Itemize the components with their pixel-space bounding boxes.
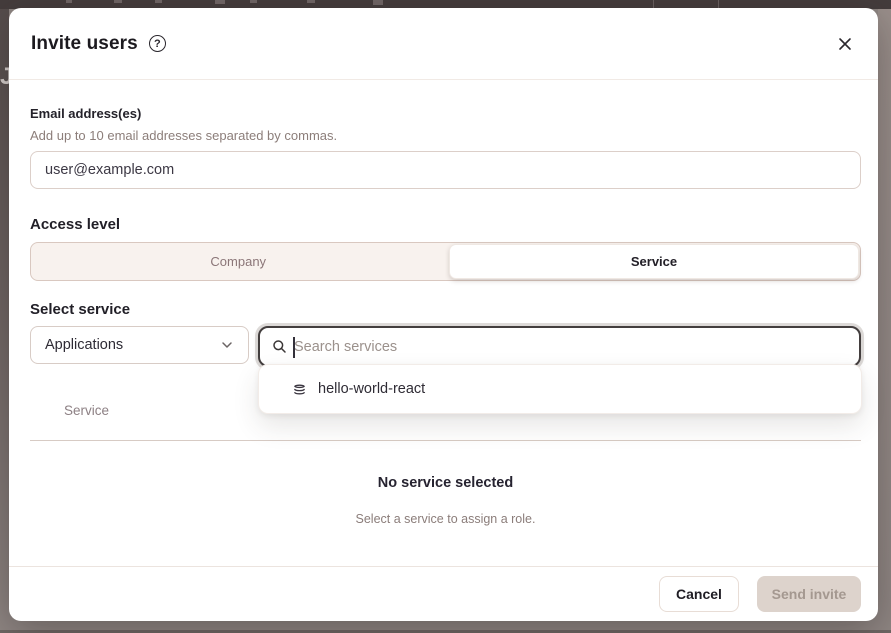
invite-users-dialog: Invite users ? Email address(es) Add up … [9, 8, 878, 621]
email-label: Email address(es) [30, 106, 861, 121]
send-invite-button[interactable]: Send invite [757, 576, 861, 612]
access-level-segmented-control: Company Service [30, 242, 861, 281]
chevron-down-icon [220, 338, 234, 352]
access-level-label: Access level [30, 216, 861, 233]
dimmed-page-right-edge [878, 9, 891, 621]
access-option-company[interactable]: Company [31, 243, 446, 280]
dialog-footer: Cancel Send invite [9, 566, 878, 621]
search-icon [272, 339, 287, 354]
underlying-text-remnant [66, 0, 72, 3]
dialog-title: Invite users [31, 33, 138, 55]
dialog-body: Email address(es) Add up to 10 email add… [9, 80, 878, 566]
stack-icon [292, 382, 307, 397]
service-picker-row: Applications [30, 326, 861, 367]
dimmed-page-left-edge [0, 9, 9, 621]
email-hint: Add up to 10 email addresses separated b… [30, 128, 861, 143]
search-services-input[interactable] [260, 328, 859, 365]
underlying-text-remnant [114, 0, 122, 3]
service-type-select[interactable]: Applications [30, 326, 249, 364]
underlying-text-remnant [307, 0, 315, 3]
dimmed-page-bottom-edge [0, 621, 891, 633]
empty-state-subtitle: Select a service to assign a role. [30, 512, 861, 526]
text-caret [293, 337, 295, 358]
email-field[interactable] [30, 151, 861, 189]
service-type-value: Applications [45, 337, 123, 353]
service-result-label: hello-world-react [318, 381, 425, 397]
empty-state-title: No service selected [30, 475, 861, 491]
service-column-header: Service [64, 403, 109, 418]
access-option-service[interactable]: Service [449, 244, 859, 279]
select-service-label: Select service [30, 301, 861, 318]
service-result-item[interactable]: hello-world-react [259, 365, 861, 413]
close-icon[interactable] [832, 31, 858, 57]
underlying-text-remnant [373, 0, 383, 5]
empty-state: No service selected Select a service to … [30, 475, 861, 526]
table-divider [30, 440, 861, 441]
dialog-header: Invite users ? [9, 8, 878, 80]
help-icon[interactable]: ? [149, 35, 166, 52]
search-results-dropdown: hello-world-react [258, 364, 862, 414]
cancel-button[interactable]: Cancel [659, 576, 739, 612]
service-search-box [258, 326, 861, 367]
underlying-text-remnant [155, 0, 162, 3]
underlying-text-remnant [250, 0, 257, 3]
underlying-page-glyph: J [0, 62, 9, 92]
underlying-text-remnant [215, 0, 225, 4]
